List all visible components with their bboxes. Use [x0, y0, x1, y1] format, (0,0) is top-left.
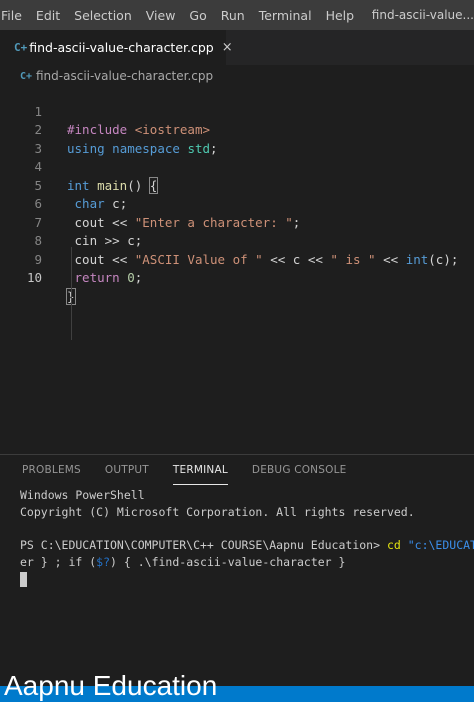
panel-tab-bar: PROBLEMS OUTPUT TERMINAL DEBUG CONSOLE: [0, 455, 474, 485]
menu-edit[interactable]: Edit: [29, 8, 67, 23]
code-token: ;: [134, 270, 143, 285]
menu-help[interactable]: Help: [319, 8, 362, 23]
code-line-3: 3: [0, 121, 474, 156]
code-line-7: 7 cin >> c;: [0, 195, 474, 249]
indent-guide: [71, 247, 72, 340]
tab-terminal[interactable]: TERMINAL: [172, 455, 228, 485]
terminal-text: er } ; if (: [20, 555, 97, 569]
terminal-line: er } ; if ($?) { .\find-ascii-value-char…: [20, 554, 474, 571]
code-line-2: 2 using namespace std;: [0, 103, 474, 156]
code-text: return 0;: [67, 269, 143, 288]
code-line-4: 4 int main() {: [0, 140, 474, 194]
window-title: find-ascii-value...: [371, 8, 474, 22]
code-line-5: 5 char c;: [0, 158, 474, 212]
menu-file[interactable]: File: [0, 8, 29, 23]
tab-label: find-ascii-value-character.cpp: [29, 40, 214, 55]
text-cursor: [74, 289, 76, 305]
bottom-panel: PROBLEMS OUTPUT TERMINAL DEBUG CONSOLE W…: [0, 454, 474, 686]
cpp-file-icon: C+: [20, 70, 33, 82]
tab-problems[interactable]: PROBLEMS: [22, 455, 81, 485]
menu-selection[interactable]: Selection: [67, 8, 139, 23]
menu-terminal[interactable]: Terminal: [252, 8, 319, 23]
cpp-file-icon: C+: [14, 41, 28, 54]
code-line-6: 6 cout << "Enter a character: ";: [0, 177, 474, 230]
terminal-argument: "c:\EDUCATI: [407, 538, 474, 552]
menu-bar: File Edit Selection View Go Run Terminal…: [0, 0, 474, 30]
close-icon[interactable]: ×: [222, 40, 233, 55]
terminal-cursor: [20, 572, 27, 587]
terminal-prompt: PS C:\EDUCATION\COMPUTER\C++ COURSE\Aapn…: [20, 538, 387, 552]
line-number-active: 10: [26, 270, 42, 285]
code-line-8: 8 cout << "ASCII Value of " << c << " is…: [0, 214, 474, 267]
code-token: 0: [127, 270, 135, 285]
menu-go[interactable]: Go: [182, 8, 213, 23]
tab-debug-console[interactable]: DEBUG CONSOLE: [252, 455, 347, 485]
menu-run[interactable]: Run: [214, 8, 252, 23]
code-editor[interactable]: 1 #include <iostream> 2 using namespace …: [0, 84, 474, 454]
terminal-line: Copyright (C) Microsoft Corporation. All…: [20, 505, 415, 519]
editor-tab-active[interactable]: C+ find-ascii-value-character.cpp ×: [0, 30, 233, 65]
watermark-text: Aapnu Education: [4, 670, 218, 701]
editor-tab-bar: C+ find-ascii-value-character.cpp ×: [0, 30, 474, 65]
code-line-1: 1 #include <iostream>: [0, 84, 474, 138]
breadcrumb-file[interactable]: find-ascii-value-character.cpp: [36, 69, 213, 83]
terminal-command: cd: [386, 538, 401, 552]
terminal-output[interactable]: Windows PowerShell Copyright (C) Microso…: [20, 487, 474, 588]
tab-output[interactable]: OUTPUT: [105, 455, 149, 485]
terminal-text: ) { .\find-ascii-value-character }: [110, 555, 346, 569]
terminal-line: [20, 571, 474, 588]
code-token: return: [74, 270, 120, 285]
terminal-line: PS C:\EDUCATION\COMPUTER\C++ COURSE\Aapn…: [20, 537, 474, 554]
terminal-variable: $?: [96, 555, 111, 569]
terminal-line: Windows PowerShell: [20, 488, 145, 502]
menu-view[interactable]: View: [139, 8, 183, 23]
